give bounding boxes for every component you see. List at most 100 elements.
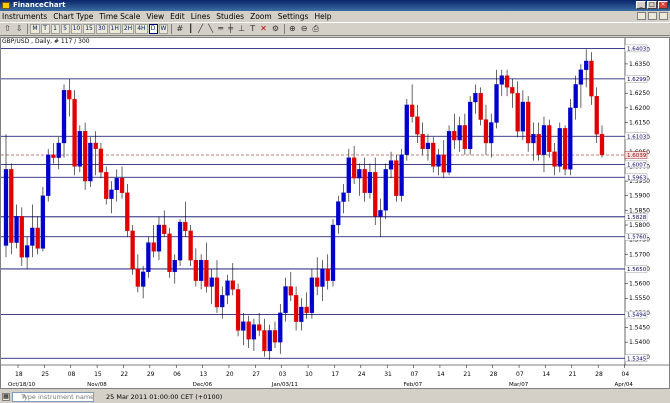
date-tick-label: 28 (595, 371, 603, 378)
timeframe-button-10[interactable]: 10 (70, 24, 83, 34)
candles-icon[interactable]: ┃ (186, 24, 195, 34)
line-tool-icon[interactable]: ╲ (206, 24, 215, 34)
menu-view[interactable]: View (146, 11, 164, 22)
menu-edit[interactable]: Edit (170, 11, 185, 22)
text-icon[interactable]: T (248, 24, 257, 34)
candle-body (431, 142, 436, 167)
timeframe-button-2h[interactable]: 2H (121, 24, 135, 34)
close-button[interactable]: × (658, 1, 668, 9)
date-tick-label: 14 (437, 371, 445, 378)
chart-symbol-label: GBP/USD , Daily, # 117 / 300 (2, 38, 90, 45)
mdi-minimize-button[interactable] (637, 12, 646, 20)
candle-body (373, 172, 378, 217)
print-icon[interactable]: ⎙ (310, 24, 320, 34)
menu-chart-type[interactable]: Chart Type (53, 11, 93, 22)
candle-body (262, 330, 267, 352)
minimize-button[interactable]: _ (636, 1, 646, 9)
candle-body (209, 277, 214, 287)
menu-time-scale[interactable]: Time Scale (99, 11, 140, 22)
candle-body (589, 60, 594, 97)
current-price-label: 1.6039 (627, 153, 647, 159)
candle-body (499, 75, 504, 85)
title-bar: FinanceChart _ □ × (0, 0, 670, 11)
timeframe-button-1h[interactable]: 1H (108, 24, 121, 34)
zoom-in-icon[interactable]: ⊕ (287, 24, 298, 34)
tools-icon[interactable]: ⚙ (270, 24, 281, 34)
date-tick-label: 06 (173, 371, 181, 378)
app-logo-icon (2, 2, 10, 9)
candle-body (114, 177, 119, 191)
timeframe-button-1[interactable]: 1 (50, 24, 60, 34)
level-label: 1.5760 (627, 235, 647, 241)
date-tick-label: 17 (331, 371, 339, 378)
date-tick-label: 03 (279, 371, 287, 378)
menu-help[interactable]: Help (314, 11, 331, 22)
timeframe-button-5[interactable]: 5 (60, 24, 70, 34)
timeframe-button-m[interactable]: M (30, 24, 40, 34)
candle-body (299, 306, 304, 322)
zoom-out-icon[interactable]: ⊖ (299, 24, 310, 34)
level-label: 1.6007 (627, 162, 647, 168)
timeframe-button-daily[interactable]: D (148, 24, 158, 34)
candle-body (119, 177, 125, 193)
down-arrow-icon[interactable]: ⇩ (14, 24, 25, 34)
price-tick-label: 1.5400 (629, 339, 650, 346)
candle-body (3, 169, 9, 246)
chart-area[interactable]: 1.64001.63501.63001.62501.62001.61501.61… (0, 37, 670, 389)
candle-body (483, 119, 489, 144)
menu-lines[interactable]: Lines (191, 11, 211, 22)
level-label: 1.5345 (627, 356, 647, 362)
date-tick-label: 29 (147, 371, 155, 378)
candle-body (204, 259, 209, 287)
timeframe-button-weekly[interactable]: W (158, 24, 169, 34)
crosshair-icon[interactable]: # (174, 24, 185, 34)
candle-body (235, 289, 241, 331)
candle-body (93, 142, 98, 150)
candle-body (330, 224, 336, 281)
candle-body (425, 142, 431, 150)
price-tick-label: 1.6350 (629, 61, 650, 68)
candle-body (341, 192, 346, 202)
timeframe-button-4h[interactable]: 4H (135, 24, 148, 34)
candle-body (146, 242, 151, 273)
candle-body (467, 101, 473, 150)
timeframe-button-15[interactable]: 15 (83, 24, 95, 34)
candle-body (98, 148, 104, 173)
candle-body (404, 104, 409, 155)
menu-settings[interactable]: Settings (278, 11, 309, 22)
date-tick-label: 25 (41, 371, 49, 378)
line-tool-icon[interactable]: ╱ (196, 24, 205, 34)
candle-body (452, 131, 457, 141)
date-tick-label: 27 (252, 371, 260, 378)
line-tool-icon[interactable]: ╪ (226, 24, 235, 34)
candle-body (536, 134, 541, 155)
menu-instruments[interactable]: Instruments (2, 11, 47, 22)
menu-zoom[interactable]: Zoom (250, 11, 272, 22)
candle-body (510, 87, 515, 94)
price-tick-label: 1.5700 (629, 251, 650, 258)
price-tick-label: 1.6250 (629, 90, 650, 97)
mdi-restore-button[interactable] (648, 12, 657, 20)
candle-body (293, 295, 299, 322)
candle-body (241, 321, 246, 331)
date-tick-label: 22 (120, 371, 128, 378)
date-tick-label: 15 (94, 371, 102, 378)
line-tool-icon[interactable]: ═ (216, 24, 225, 34)
line-tool-icon[interactable]: ⊥ (236, 24, 247, 34)
menu-studies[interactable]: Studies (216, 11, 244, 22)
mdi-close-button[interactable] (659, 12, 668, 20)
delete-icon[interactable]: ✕ (258, 24, 269, 34)
timeframe-button-t[interactable]: T (40, 24, 50, 34)
up-arrow-icon[interactable]: ⇧ (2, 24, 13, 34)
timeframe-button-30[interactable]: 30 (95, 24, 108, 34)
status-bar: ▦ ⌕ 25 Mar 2011 01:00:00 CET (+0100) (0, 391, 670, 403)
window-title: FinanceChart (13, 1, 66, 9)
month-label: Nov/08 (87, 382, 107, 388)
candle-body (309, 277, 315, 314)
candle-body (399, 154, 404, 196)
maximize-button[interactable]: □ (647, 1, 657, 9)
candle-body (504, 75, 510, 88)
candle-body (547, 125, 552, 152)
month-label: Feb/07 (404, 382, 423, 388)
candle-body (409, 104, 415, 117)
